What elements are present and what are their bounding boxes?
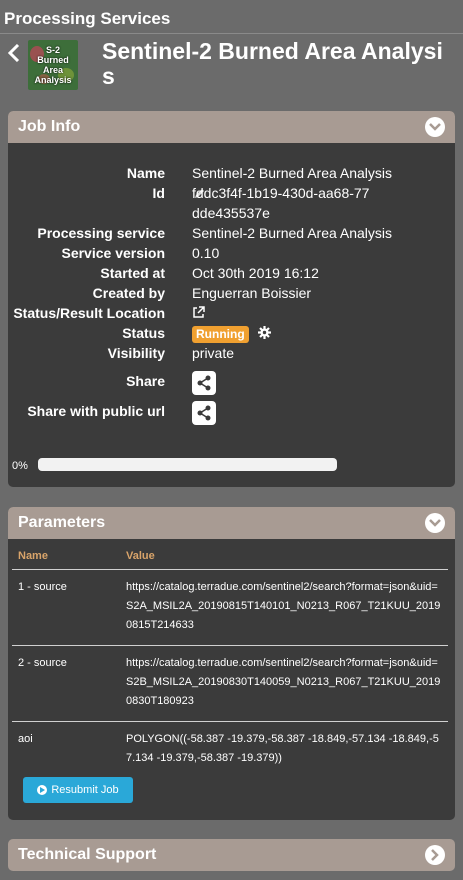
info-value: Enguerran Boissier xyxy=(192,285,312,301)
info-value xyxy=(192,303,392,323)
info-label: Created by xyxy=(92,285,165,301)
share-public-label: Share with public url xyxy=(27,403,165,419)
logo-line-4: Analysis xyxy=(34,75,72,85)
job-name-value: Sentinel-2 Burned Area Analysis xyxy=(192,165,393,181)
app-title: Processing Services xyxy=(4,9,171,28)
table-row: 2 - source https://catalog.terradue.com/… xyxy=(12,645,448,722)
back-button[interactable] xyxy=(8,44,20,62)
service-title: Sentinel-2 Burned Area Analysis xyxy=(102,38,443,89)
play-icon xyxy=(37,785,48,795)
share-label: Share xyxy=(126,373,165,389)
title-divider xyxy=(0,33,463,34)
resubmit-job-button[interactable]: Resubmit Job xyxy=(23,777,133,803)
chevron-down-icon[interactable] xyxy=(425,117,445,137)
param-name: 2 - source xyxy=(12,645,120,722)
technical-support-title: Technical Support xyxy=(18,846,157,863)
table-row: 1 - source https://catalog.terradue.com/… xyxy=(12,569,448,646)
share-button[interactable] xyxy=(192,371,216,395)
status-badge: Running xyxy=(192,326,249,343)
job-info-header[interactable]: Job Info xyxy=(8,111,455,143)
technical-support-header[interactable]: Technical Support xyxy=(8,839,455,871)
logo-line-3: Area xyxy=(42,65,63,75)
technical-support-panel: Technical Support xyxy=(8,839,455,871)
job-id-value: fddc3f4f-1b19-430d-aa68-77dde435537e xyxy=(192,185,370,221)
info-value: 0.10 xyxy=(192,245,220,261)
info-label: Service version xyxy=(61,245,165,261)
info-label: Id xyxy=(152,185,165,201)
service-logo: S-2 Burned Area Analysis xyxy=(28,40,78,90)
info-label: Visibility xyxy=(107,345,165,361)
column-header-name: Name xyxy=(12,543,120,570)
info-label: Started at xyxy=(100,265,165,281)
info-label: Name xyxy=(126,165,165,181)
gear-icon[interactable] xyxy=(257,326,271,339)
logo-line-1: S-2 xyxy=(45,45,60,55)
parameters-header[interactable]: Parameters xyxy=(8,507,455,539)
chevron-right-icon[interactable] xyxy=(425,845,445,865)
param-name: 1 - source xyxy=(12,569,120,646)
info-label: Status/Result Location xyxy=(13,305,165,321)
info-label: Status xyxy=(122,325,165,341)
external-link-icon[interactable] xyxy=(192,306,205,319)
resubmit-label: Resubmit Job xyxy=(51,784,119,796)
info-label: Processing service xyxy=(37,225,165,241)
info-value: Sentinel-2 Burned Area Analysis xyxy=(192,225,393,241)
chevron-left-icon xyxy=(8,44,20,62)
param-value: POLYGON((-58.387 -19.379,-58.387 -18.849… xyxy=(126,732,439,764)
table-row: aoi POLYGON((-58.387 -19.379,-58.387 -18… xyxy=(12,721,448,778)
parameters-table: Name Value 1 - source https://catalog.te… xyxy=(12,543,448,778)
share-icon xyxy=(197,375,211,391)
column-header-value: Value xyxy=(120,543,448,570)
info-value: Running xyxy=(192,323,392,343)
share-public-button[interactable] xyxy=(192,401,216,425)
param-value: https://catalog.terradue.com/sentinel2/s… xyxy=(120,569,448,646)
job-info-panel: Job Info Name Sentinel-2 Burned Area Ana… xyxy=(8,111,455,487)
progress-bar xyxy=(38,458,337,471)
share-icon xyxy=(197,405,211,421)
chevron-down-icon[interactable] xyxy=(425,513,445,533)
info-value: Oct 30th 2019 16:12 xyxy=(192,265,319,281)
parameters-title: Parameters xyxy=(18,514,106,531)
progress-label: 0% xyxy=(12,460,28,472)
parameters-panel: Parameters Name Value 1 - source https:/… xyxy=(8,507,455,820)
table-header-row: Name Value xyxy=(12,543,448,570)
info-value: private xyxy=(192,345,235,361)
param-value: https://catalog.terradue.com/sentinel2/s… xyxy=(120,645,448,722)
param-name: aoi xyxy=(18,732,33,745)
job-info-title: Job Info xyxy=(18,118,81,135)
logo-line-2: Burned xyxy=(37,55,69,65)
